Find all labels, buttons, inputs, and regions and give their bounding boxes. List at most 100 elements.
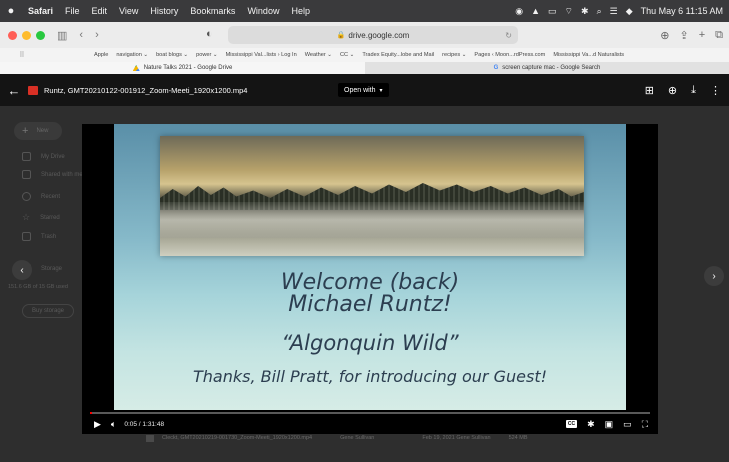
bluetooth-icon[interactable]: ✱ xyxy=(581,6,589,17)
privacy-shield-icon[interactable]: ◐ xyxy=(206,28,213,40)
clock-icon xyxy=(22,192,31,201)
bookmark-item[interactable]: Mississippi Va...d Naturalists xyxy=(549,52,628,58)
tab-overview-icon[interactable]: ⧉ xyxy=(715,29,723,42)
sidebar-item-label: Shared with me xyxy=(41,171,83,178)
sidebar-item-shared[interactable]: Shared with me xyxy=(22,170,83,179)
bookmark-item[interactable]: Pages ‹ Moon...rdPress.com xyxy=(470,52,549,58)
tab-label: Nature Talks 2021 - Google Drive xyxy=(143,65,233,71)
miniplayer-icon[interactable]: ▣ xyxy=(605,419,614,430)
plus-icon: + xyxy=(22,125,29,137)
address-bar[interactable]: 🔒 drive.google.com ↻ xyxy=(228,26,518,44)
open-with-button[interactable]: Open with ▾ xyxy=(338,83,389,97)
sidebar-item-trash[interactable]: Trash xyxy=(22,232,56,241)
downloads-icon[interactable]: ⊕ xyxy=(660,29,669,42)
add-to-drive-icon[interactable]: ⊞ xyxy=(645,84,654,97)
lock-icon: 🔒 xyxy=(336,32,346,39)
google-icon: G xyxy=(493,65,499,71)
sidebar-item-my-drive[interactable]: My Drive xyxy=(22,152,65,161)
menu-view[interactable]: View xyxy=(113,6,144,16)
settings-gear-icon[interactable]: ✱ xyxy=(587,419,595,430)
cast-icon[interactable]: ▭ xyxy=(623,419,632,430)
preview-file-name: Runtz, GMT20210122-001912_Zoom-Meeti_192… xyxy=(44,85,248,95)
menu-edit[interactable]: Edit xyxy=(86,6,114,16)
menu-window[interactable]: Window xyxy=(241,6,285,16)
sidebar-item-label: Recent xyxy=(41,193,61,200)
bookmark-item[interactable]: Tradex Equity...lobe and Mail xyxy=(358,52,438,58)
more-options-icon[interactable]: ⋮ xyxy=(710,84,721,97)
sidebar-item-label: Storage xyxy=(41,265,63,272)
sidebar-toggle-icon[interactable]: ▥ xyxy=(57,29,67,42)
video-file-icon xyxy=(146,434,154,442)
next-file-button[interactable]: › xyxy=(704,266,724,286)
menu-bookmarks[interactable]: Bookmarks xyxy=(184,6,241,16)
volume-icon[interactable]: 🔈︎ xyxy=(111,419,116,430)
captions-button[interactable]: CC xyxy=(565,420,578,428)
maximize-window-button[interactable] xyxy=(36,30,45,40)
bookmark-item[interactable]: boat blogs ⌄ xyxy=(152,52,192,58)
play-icon[interactable]: ▶ xyxy=(94,419,101,430)
menu-history[interactable]: History xyxy=(144,6,184,16)
back-icon[interactable]: ‹ xyxy=(79,29,83,41)
video-player[interactable]: Welcome (back) Michael Runtz! “Algonquin… xyxy=(82,124,658,434)
new-button[interactable]: + New xyxy=(14,122,62,140)
star-icon: ☆ xyxy=(22,212,31,222)
screen-record-icon[interactable]: ◉ xyxy=(515,6,523,17)
google-drive-icon xyxy=(132,65,140,71)
drive-file-preview: + New My Drive Shared with me Recent ☆ S… xyxy=(0,74,729,462)
slide-thanks-text: Thanks, Bill Pratt, for introducing our … xyxy=(192,367,547,386)
apps-grid-icon[interactable]: ⠿ xyxy=(12,51,32,59)
close-window-button[interactable] xyxy=(8,30,17,40)
spotlight-search-icon[interactable]: ⌕ xyxy=(597,6,602,17)
download-icon[interactable]: ⤓ xyxy=(691,84,696,97)
drive-status-icon[interactable]: ▲ xyxy=(531,6,540,16)
video-frame-slide: Welcome (back) Michael Runtz! “Algonquin… xyxy=(114,124,626,410)
battery-icon[interactable]: ▭ xyxy=(548,6,557,17)
sidebar-item-label: Starred xyxy=(40,214,60,221)
misty-lake-photo xyxy=(160,136,584,256)
file-row-modified: Feb 19, 2021 Gene Sullivan xyxy=(422,435,491,441)
share-icon[interactable]: ⇪ xyxy=(679,29,688,42)
add-shortcut-icon[interactable]: ⊕ xyxy=(668,84,677,97)
fullscreen-icon[interactable]: ⛶ xyxy=(642,419,648,430)
minimize-window-button[interactable] xyxy=(22,30,31,40)
file-row-owner: Gene Sullivan xyxy=(340,435,375,441)
bookmarks-bar: ⠿ Apple navigation ⌄ boat blogs ⌄ power … xyxy=(0,48,729,62)
video-file-icon xyxy=(28,85,38,95)
menu-safari[interactable]: Safari xyxy=(22,6,59,16)
control-center-icon[interactable]: ☰ xyxy=(610,6,618,17)
macos-menu-bar: ● Safari File Edit View History Bookmark… xyxy=(0,0,729,22)
chevron-left-icon: ‹ xyxy=(20,264,24,276)
bookmark-item[interactable]: power ⌄ xyxy=(192,52,221,58)
open-with-label: Open with xyxy=(344,86,376,94)
bookmark-item[interactable]: navigation ⌄ xyxy=(112,52,152,58)
tab-bar: Nature Talks 2021 - Google Drive G scree… xyxy=(0,62,729,74)
menu-help[interactable]: Help xyxy=(285,6,316,16)
bookmark-item[interactable]: CC ⌄ xyxy=(336,52,358,58)
tab-google-drive[interactable]: Nature Talks 2021 - Google Drive xyxy=(0,62,365,74)
sidebar-item-starred[interactable]: ☆ Starred xyxy=(22,212,60,223)
storage-usage-text: 151.6 GB of 15 GB used xyxy=(8,284,68,290)
tab-label: screen capture mac - Google Search xyxy=(502,65,601,71)
bookmark-item[interactable]: recipes ⌄ xyxy=(438,52,470,58)
tab-google-search[interactable]: G screen capture mac - Google Search xyxy=(365,62,729,74)
reload-icon[interactable]: ↻ xyxy=(505,31,512,40)
forward-icon[interactable]: › xyxy=(95,29,99,41)
bookmark-item[interactable]: Apple xyxy=(90,52,112,58)
slide-talk-title: “Algonquin Wild” xyxy=(281,331,459,355)
menu-file[interactable]: File xyxy=(59,6,86,16)
bookmark-item[interactable]: Mississippi Val...lists › Log In xyxy=(222,52,301,58)
sidebar-item-recent[interactable]: Recent xyxy=(22,192,60,201)
mist-layer xyxy=(160,202,584,238)
file-row-size: 524 MB xyxy=(508,435,528,441)
window-controls xyxy=(8,30,45,40)
apple-menu-icon[interactable]: ● xyxy=(0,5,22,17)
wifi-icon[interactable]: ⌔ xyxy=(565,6,573,17)
bookmark-item[interactable]: Weather ⌄ xyxy=(301,52,336,58)
new-tab-icon[interactable]: + xyxy=(699,29,705,41)
buy-storage-button[interactable]: Buy storage xyxy=(22,304,74,318)
trash-icon xyxy=(22,232,31,241)
siri-icon[interactable]: ◆ xyxy=(626,6,633,17)
back-arrow-icon[interactable]: ← xyxy=(0,83,28,98)
menu-clock[interactable]: Thu May 6 11:15 AM xyxy=(641,6,723,16)
previous-file-button[interactable]: ‹ xyxy=(12,260,32,280)
